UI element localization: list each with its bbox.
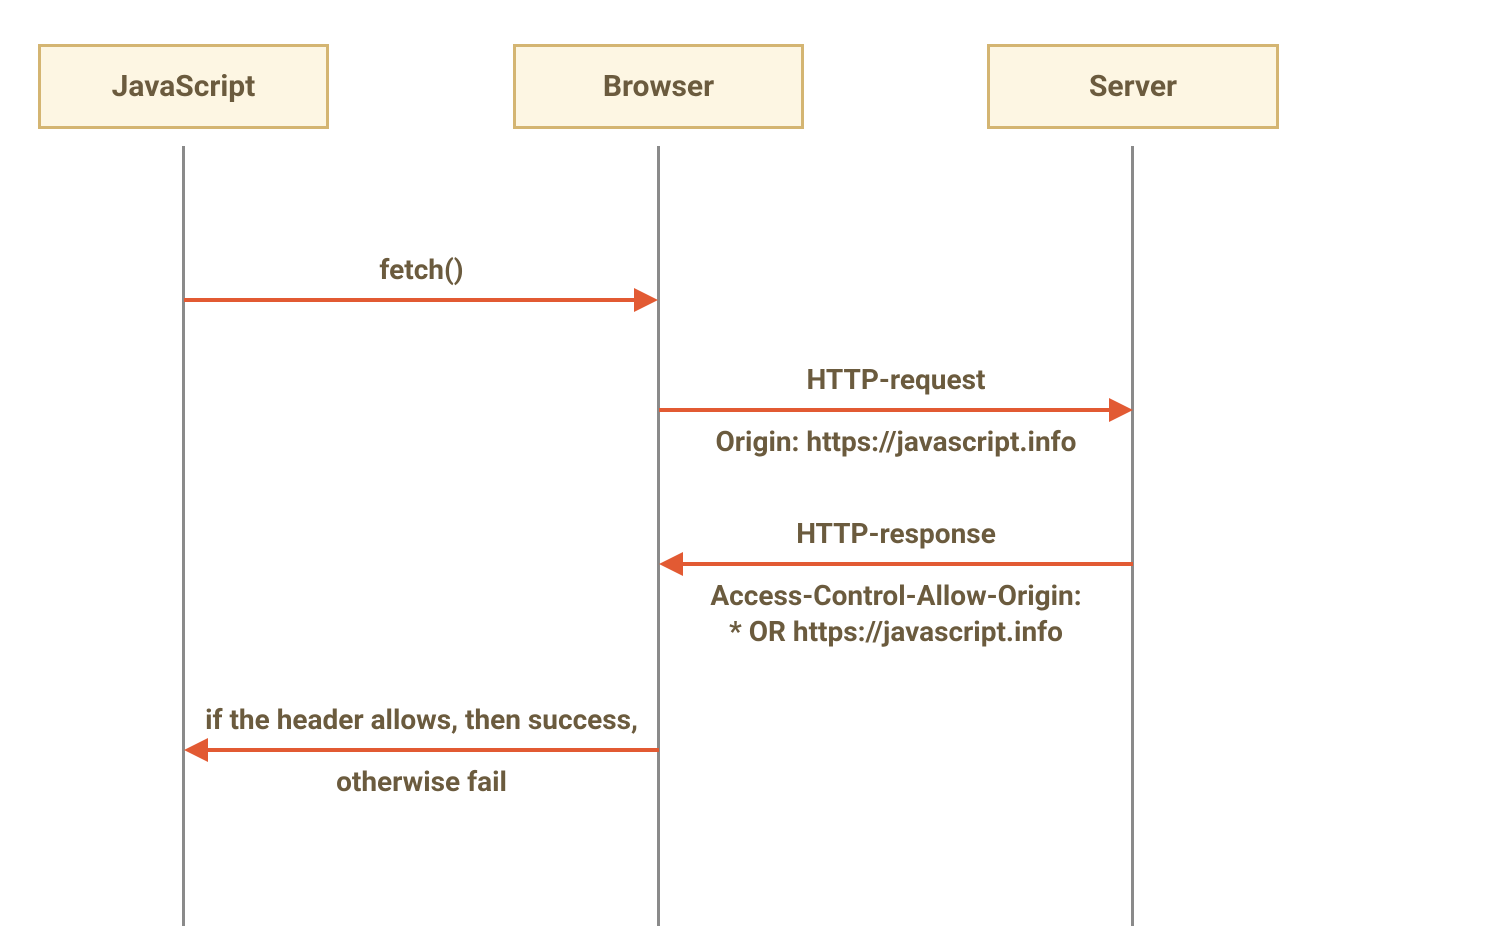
arrowhead-result (184, 738, 208, 762)
label-http-response: HTTP-response (659, 516, 1133, 552)
actor-browser: Browser (513, 44, 804, 129)
label-fetch: fetch() (184, 252, 659, 288)
sequence-diagram: JavaScript Browser Server fetch() HTTP-r… (0, 0, 1504, 950)
actor-javascript: JavaScript (38, 44, 329, 129)
arrow-result (207, 748, 659, 752)
arrowhead-fetch (634, 288, 658, 312)
label-acao: Access-Control-Allow-Origin: * OR https:… (659, 578, 1133, 651)
arrow-http-request (659, 408, 1111, 412)
label-result-line2: otherwise fail (184, 764, 659, 800)
label-http-request: HTTP-request (659, 362, 1133, 398)
arrow-http-response (682, 562, 1133, 566)
label-result: if the header allows, then success, (184, 702, 659, 738)
arrowhead-http-request (1109, 398, 1133, 422)
arrowhead-http-response (659, 552, 683, 576)
arrow-fetch (184, 298, 636, 302)
label-origin: Origin: https://javascript.info (659, 424, 1133, 460)
actor-label: Server (1089, 69, 1177, 104)
actor-label: JavaScript (112, 69, 256, 104)
actor-label: Browser (603, 69, 714, 104)
actor-server: Server (987, 44, 1279, 129)
